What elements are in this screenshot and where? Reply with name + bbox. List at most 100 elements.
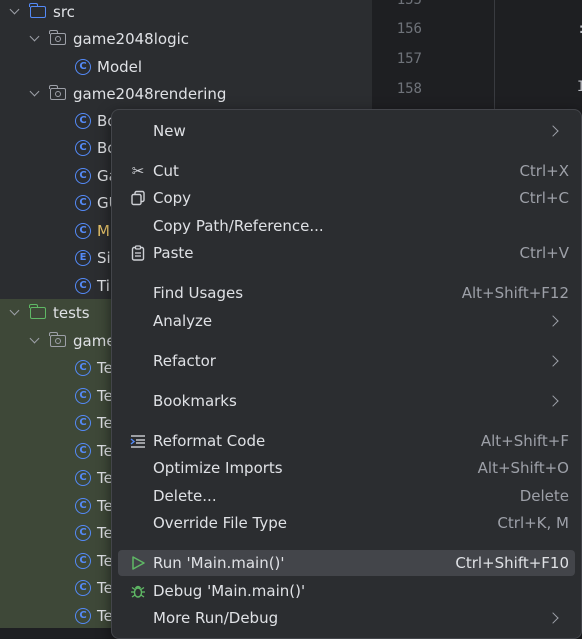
menu-item-optimize-imports[interactable]: Optimize Imports Alt+Shift+O <box>118 455 575 481</box>
tree-label: src <box>53 2 75 21</box>
menu-item-cut[interactable]: ✂ Cut Ctrl+X <box>118 158 575 184</box>
menu-item-label: Analyze <box>153 312 213 330</box>
tree-node-model[interactable]: C Model <box>75 53 142 80</box>
menu-item-run[interactable]: Run 'Main.main()' Ctrl+Shift+F10 <box>118 550 575 576</box>
tree-node-test-class[interactable]: C Te <box>75 437 113 464</box>
menu-item-label: Override File Type <box>153 514 287 532</box>
menu-item-refactor[interactable]: Refactor <box>118 348 575 374</box>
tree-node-class[interactable]: C Ti <box>75 272 110 299</box>
tree-node-main[interactable]: CM <box>75 217 110 244</box>
menu-item-paste[interactable]: Paste Ctrl+V <box>118 240 575 266</box>
menu-item-label: Cut <box>153 162 179 180</box>
class-icon: C <box>75 469 91 486</box>
package-icon <box>49 331 66 347</box>
tree-label: Model <box>97 57 143 76</box>
menu-item-label: Bookmarks <box>153 392 237 410</box>
tree-node-test-class[interactable]: C Te <box>75 602 113 628</box>
tree-node-tests[interactable]: tests <box>8 299 90 326</box>
menu-item-override-file-type[interactable]: Override File Type Ctrl+K, M <box>118 510 575 536</box>
tree-node-game2048rendering[interactable]: game2048rendering <box>28 80 226 107</box>
code-fragment: : <box>577 21 582 37</box>
tree-node-test-class[interactable]: C Te <box>75 574 113 601</box>
scissors-icon: ✂ <box>131 162 145 180</box>
class-icon: C <box>75 112 91 129</box>
chevron-right-icon <box>547 612 559 624</box>
class-icon: C <box>75 194 91 211</box>
copy-icon <box>128 188 148 208</box>
menu-item-label: Optimize Imports <box>153 459 283 477</box>
class-icon: C <box>75 387 91 404</box>
menu-item-new[interactable]: New <box>118 118 575 144</box>
package-icon <box>49 29 66 45</box>
tree-node-test-class[interactable]: C Te <box>75 382 113 409</box>
menu-item-label: Paste <box>153 244 194 262</box>
tree-node-src[interactable]: src <box>8 0 75 25</box>
tree-node-enum[interactable]: E Si <box>75 244 111 271</box>
reformat-icon <box>128 431 148 451</box>
class-icon: C <box>75 58 91 75</box>
chevron-down-icon <box>8 306 22 320</box>
tree-label: Si <box>97 248 111 267</box>
class-icon: C <box>75 359 91 376</box>
test-folder-icon <box>29 303 46 319</box>
menu-item-label: New <box>153 122 186 140</box>
class-icon: C <box>75 607 91 624</box>
menu-shortcut: Ctrl+Shift+F10 <box>455 554 569 572</box>
menu-item-copy[interactable]: Copy Ctrl+C <box>118 185 575 211</box>
package-icon <box>49 84 66 100</box>
menu-shortcut: Alt+Shift+F <box>480 432 569 450</box>
menu-item-label: Copy Path/Reference... <box>153 217 324 235</box>
menu-shortcut: Ctrl+C <box>519 189 569 207</box>
tree-label: game2048logic <box>73 29 190 48</box>
tree-node-test-class[interactable]: C Te <box>75 547 113 574</box>
menu-item-bookmarks[interactable]: Bookmarks <box>118 388 575 414</box>
class-icon: C <box>75 552 91 569</box>
chevron-right-icon <box>547 355 559 367</box>
tree-label: Ti <box>97 276 110 295</box>
tree-node-game2048logic[interactable]: game2048logic <box>28 25 189 52</box>
class-icon: C <box>75 414 91 431</box>
chevron-down-icon <box>8 5 22 19</box>
chevron-down-icon <box>28 32 42 46</box>
menu-item-label: Delete... <box>153 487 217 505</box>
source-folder-icon <box>29 2 46 18</box>
menu-item-analyze[interactable]: Analyze <box>118 308 575 334</box>
line-number: 157 <box>396 51 422 67</box>
tree-node-test-class[interactable]: C Te <box>75 409 113 436</box>
tree-node-test-class[interactable]: C Te <box>75 354 113 381</box>
menu-item-label: More Run/Debug <box>153 609 279 627</box>
line-number: 155 <box>396 0 422 8</box>
class-icon: C <box>75 442 91 459</box>
chevron-right-icon <box>547 125 559 137</box>
tree-label: M <box>97 221 110 240</box>
menu-item-copy-path[interactable]: Copy Path/Reference... <box>118 213 575 239</box>
menu-item-delete[interactable]: Delete... Delete <box>118 483 575 509</box>
class-icon: C <box>75 497 91 514</box>
chevron-down-icon <box>28 334 42 348</box>
tree-label: game2048rendering <box>73 84 227 103</box>
menu-item-label: Reformat Code <box>153 432 266 450</box>
tree-node-test-class[interactable]: C Te <box>75 492 113 519</box>
class-icon: C <box>75 222 91 239</box>
line-number: 156 <box>396 21 422 37</box>
menu-item-label: Debug 'Main.main()' <box>153 582 306 600</box>
tree-node-test-class[interactable]: C Te <box>75 519 113 546</box>
tree-node-test-class[interactable]: C Te <box>75 464 113 491</box>
menu-item-label: Run 'Main.main()' <box>153 554 285 572</box>
code-fragment: I <box>577 79 582 95</box>
bug-icon <box>128 581 148 601</box>
enum-icon: E <box>75 249 91 266</box>
tree-node-test-package[interactable]: game <box>28 327 116 354</box>
class-icon: C <box>75 579 91 596</box>
menu-item-debug[interactable]: Debug 'Main.main()' <box>118 578 575 604</box>
menu-shortcut: Alt+Shift+F12 <box>461 284 569 302</box>
menu-item-reformat-code[interactable]: Reformat Code Alt+Shift+F <box>118 428 575 454</box>
menu-item-more-run-debug[interactable]: More Run/Debug <box>118 605 575 631</box>
chevron-down-icon <box>28 87 42 101</box>
menu-item-label: Refactor <box>153 352 216 370</box>
menu-item-find-usages[interactable]: Find Usages Alt+Shift+F12 <box>118 280 575 306</box>
tree-label: tests <box>53 303 90 322</box>
class-icon: C <box>75 139 91 156</box>
menu-item-label: Copy <box>153 189 192 207</box>
context-menu: New ✂ Cut Ctrl+X Copy Ctrl+C Copy Path/R… <box>111 109 582 639</box>
